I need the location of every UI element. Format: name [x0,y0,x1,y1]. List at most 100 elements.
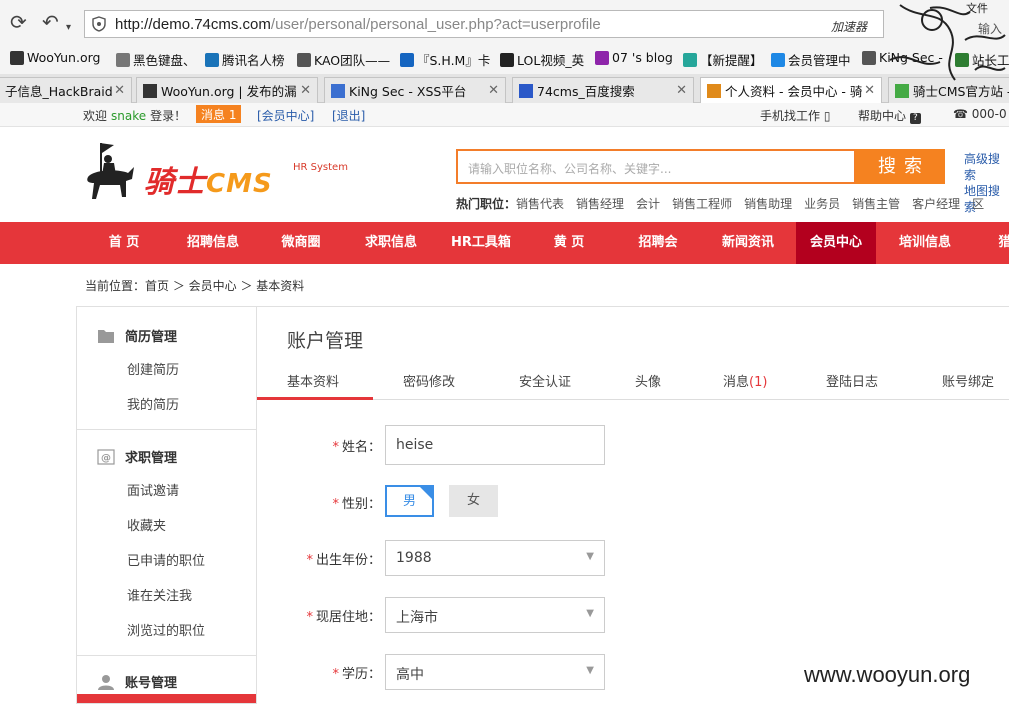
bookmark-item[interactable]: LOL视频_英 [500,50,584,69]
gender-label: * 性别： [332,497,381,512]
hot-job-link[interactable]: 客户经理 [912,197,960,211]
member-center-link[interactable]: [会员中心] [257,107,314,124]
bookmark-favicon-icon [297,52,311,67]
svg-text:@: @ [101,453,111,464]
message-count-badge: (1) [749,375,768,390]
account-tab[interactable]: 头像 [635,371,661,390]
account-tab[interactable]: 账号绑定 [942,371,994,390]
hot-job-link[interactable]: 会计 [636,197,660,211]
bookmark-item[interactable]: KAO团队—— [297,50,390,69]
hot-job-link[interactable]: 销售工程师 [672,197,732,211]
nav-item[interactable]: 微商圈 [262,222,340,264]
back-icon[interactable]: ↶ [42,12,59,32]
page-title: 账户管理 [287,330,364,352]
nav-item[interactable]: 招聘会 [618,222,698,264]
tab-close-icon[interactable]: ✕ [300,83,311,98]
accelerator-button[interactable]: 加速器 [831,18,867,35]
bookmark-favicon-icon [862,50,876,65]
bookmark-item[interactable]: WooYun.org [10,50,100,65]
bookmark-item[interactable]: 07 's blog [595,50,673,65]
bookmark-item[interactable]: 腾讯名人榜 [205,50,285,69]
watermark: www.wooyun.org [804,662,971,687]
browser-tab[interactable]: 子信息_HackBraid ✕ [0,77,132,103]
sidebar-item-followers[interactable]: 谁在关注我 [127,585,192,604]
logout-link[interactable]: [退出] [332,107,365,124]
tab-close-icon[interactable]: ✕ [864,83,875,98]
bookmark-label: 腾讯名人榜 [222,53,285,68]
sidebar-item-create-resume[interactable]: 创建简历 [127,359,179,378]
mobile-job-link[interactable]: 手机找工作 ▯ [760,107,830,124]
birth-year-select[interactable]: 1988 ▼ [385,540,605,576]
tab-close-icon[interactable]: ✕ [488,83,499,98]
nav-item[interactable]: HR工具箱 [438,222,524,264]
sidebar-item-interview[interactable]: 面试邀请 [127,480,179,499]
bookmark-favicon-icon [683,52,697,67]
sidebar-item-viewed[interactable]: 浏览过的职位 [127,620,205,639]
logo-subtitle: HR System [293,162,348,173]
address-row: ⟳ ↶ ▾ http://demo.74cms.com/user/persona… [0,0,1009,44]
bookmark-item[interactable]: 『S.H.M』卡 [400,50,490,69]
gender-male-option[interactable]: 男 [385,485,434,517]
bookmark-item[interactable]: 【新提醒】 [683,50,763,69]
bookmark-item[interactable]: 黑色键盘、 [116,50,196,69]
account-tab[interactable]: 安全认证 [519,371,571,390]
tab-close-icon[interactable]: ✕ [676,83,687,98]
advanced-search-link[interactable]: 高级搜索 [964,151,1009,183]
name-input[interactable]: heise [385,425,605,465]
sidebar-item-my-resume[interactable]: 我的简历 [127,394,179,413]
browser-tab[interactable]: WooYun.org | 发布的漏 ✕ [136,77,318,103]
sidebar-title-account[interactable]: 账号管理 [97,672,177,691]
nav-item[interactable]: 首 页 [92,222,156,264]
tab-close-icon[interactable]: ✕ [114,83,125,98]
message-badge[interactable]: 消息 1 [196,105,242,123]
user-icon [98,674,114,690]
bookmark-item[interactable]: 会员管理中 [771,50,851,69]
city-select[interactable]: 上海市 ▼ [385,597,605,633]
hot-job-link[interactable]: 销售代表 [516,197,564,211]
site-logo-text[interactable]: 骑士CMS [144,157,273,201]
gender-female-option[interactable]: 女 [449,485,498,517]
search-button[interactable]: 搜索 [855,149,945,184]
sidebar-item-favorites[interactable]: 收藏夹 [127,515,166,534]
welcome-text: 欢迎 snake 登录！ [83,109,187,123]
hot-job-link[interactable]: 业务员 [804,197,840,211]
nav-item[interactable]: 猎 [990,222,1009,264]
nav-item[interactable]: 新闻资讯 [704,222,792,264]
bookmark-label: 黑色键盘、 [133,53,196,68]
username[interactable]: snake [111,109,146,123]
name-label: * 姓名： [332,440,381,455]
browser-chrome: ⟳ ↶ ▾ http://demo.74cms.com/user/persona… [0,0,1009,103]
browser-tab[interactable]: 个人资料 - 会员中心 - 骑 ✕ [700,77,882,103]
account-tab[interactable]: 密码修改 [403,371,455,390]
hot-job-link[interactable]: 销售经理 [576,197,624,211]
address-bar[interactable]: http://demo.74cms.com/user/personal/pers… [84,10,884,38]
bookmark-label: KAO团队—— [314,53,391,68]
bookmark-label: WooYun.org [27,50,101,65]
nav-item[interactable]: 培训信息 [880,222,970,264]
nav-item[interactable]: 黄 页 [532,222,606,264]
bookmark-label: 会员管理中 [788,53,851,68]
education-select[interactable]: 高中 ▼ [385,654,605,690]
account-tab[interactable]: 基本资料 [287,371,339,390]
bookmark-favicon-icon [771,52,785,67]
back-dropdown-icon[interactable]: ▾ [66,18,71,38]
bookmark-label: LOL视频_英 [517,53,585,68]
hot-job-link[interactable]: 销售主管 [852,197,900,211]
account-tab[interactable]: 登陆日志 [826,371,878,390]
browser-tab[interactable]: 74cms_百度搜索 ✕ [512,77,694,103]
browser-tab[interactable]: KiNg Sec - XSS平台 ✕ [324,77,506,103]
nav-item[interactable]: 招聘信息 [172,222,254,264]
hot-job-link[interactable]: 销售助理 [744,197,792,211]
sidebar-item-applied[interactable]: 已申请的职位 [127,550,205,569]
help-icon: ? [909,113,921,124]
hot-job-link[interactable]: 区 [972,197,984,211]
folder-icon [98,329,114,343]
nav-item[interactable]: 会员中心 [796,222,876,264]
knight-logo-icon[interactable] [80,141,136,203]
bookmark-favicon-icon [400,52,414,67]
help-center-link[interactable]: 帮助中心 ? [858,107,921,124]
refresh-icon[interactable]: ⟳ [10,12,27,32]
nav-item[interactable]: 求职信息 [348,222,434,264]
job-search-input[interactable]: 请输入职位名称、公司名称、关键字... [456,149,856,184]
account-tab[interactable]: 消息(1) [723,371,767,390]
